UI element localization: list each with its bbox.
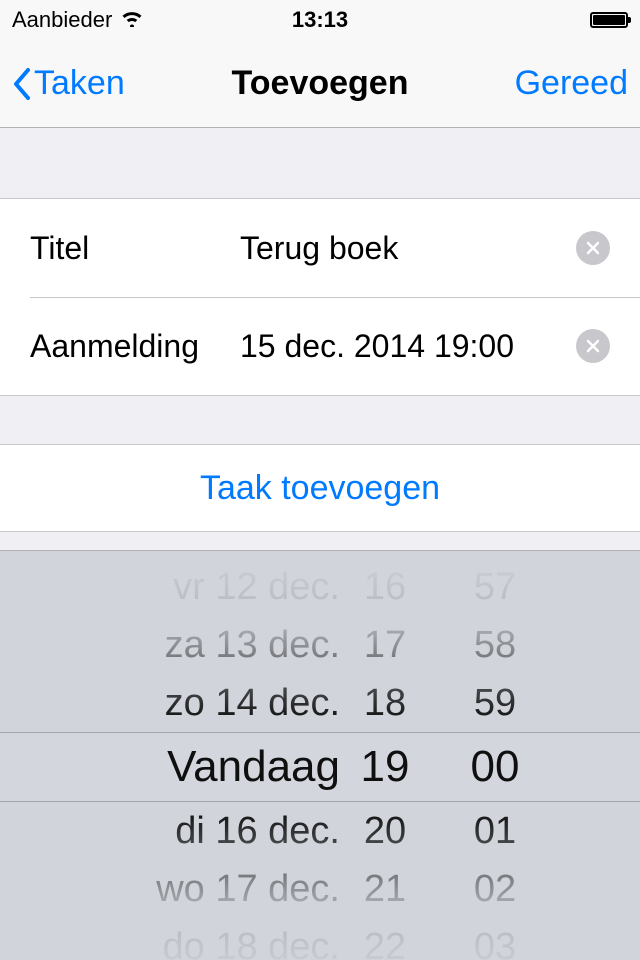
picker-item[interactable]: 01 [430,802,560,860]
action-group: Taak toevoegen [0,444,640,532]
picker-item[interactable]: Vandaag [40,732,340,802]
clear-title-button[interactable] [576,231,610,265]
picker-item[interactable]: 17 [340,616,430,674]
add-task-button[interactable]: Taak toevoegen [0,445,640,531]
picker-item[interactable]: 18 [340,674,430,732]
close-icon [585,338,601,354]
carrier-label: Aanbieder [12,7,112,33]
picker-item[interactable]: 03 [430,918,560,960]
reminder-label: Aanmelding [30,328,240,365]
picker-item[interactable]: 16 [340,558,430,616]
picker-item[interactable]: 58 [430,616,560,674]
picker-item[interactable]: 59 [430,674,560,732]
chevron-left-icon [12,67,32,101]
picker-date-list: do 11 dec.vr 12 dec.za 13 dec.zo 14 dec.… [40,551,340,960]
picker-minute-list: 565758590001020304 [430,551,560,960]
picker-hour-list: 151617181920212223 [340,551,430,960]
status-right [590,12,628,28]
picker-item[interactable]: di 16 dec. [40,802,340,860]
picker-item[interactable]: 19 [340,732,430,802]
picker-item[interactable]: 00 [430,732,560,802]
picker-item[interactable]: 20 [340,802,430,860]
picker-item[interactable]: do 18 dec. [40,918,340,960]
back-button[interactable]: Taken [12,64,125,103]
picker-minute-column[interactable]: 565758590001020304 [430,551,560,960]
picker-item[interactable]: vr 12 dec. [40,558,340,616]
clear-reminder-button[interactable] [576,329,610,363]
date-time-picker[interactable]: do 11 dec.vr 12 dec.za 13 dec.zo 14 dec.… [0,550,640,960]
done-button[interactable]: Gereed [515,64,628,103]
page-title: Toevoegen [232,64,409,103]
picker-item[interactable]: zo 14 dec. [40,674,340,732]
title-label: Titel [30,230,240,267]
status-time: 13:13 [292,7,348,33]
status-bar: Aanbieder 13:13 [0,0,640,40]
nav-bar: Taken Toevoegen Gereed [0,40,640,128]
battery-icon [590,12,628,28]
title-row[interactable]: Titel Terug boek [0,199,640,297]
picker-item[interactable]: wo 17 dec. [40,860,340,918]
reminder-row[interactable]: Aanmelding 15 dec. 2014 19:00 [0,297,640,395]
status-left: Aanbieder [12,7,144,33]
picker-item[interactable]: 21 [340,860,430,918]
picker-item[interactable]: 02 [430,860,560,918]
close-icon [585,240,601,256]
picker-hour-column[interactable]: 151617181920212223 [340,551,430,960]
picker-item[interactable]: 22 [340,918,430,960]
picker-item[interactable]: za 13 dec. [40,616,340,674]
back-label: Taken [34,64,125,103]
reminder-value[interactable]: 15 dec. 2014 19:00 [240,328,576,365]
picker-item[interactable]: 57 [430,558,560,616]
wifi-icon [120,7,144,33]
picker-date-column[interactable]: do 11 dec.vr 12 dec.za 13 dec.zo 14 dec.… [40,551,340,960]
title-input[interactable]: Terug boek [240,230,576,267]
form-group: Titel Terug boek Aanmelding 15 dec. 2014… [0,198,640,396]
